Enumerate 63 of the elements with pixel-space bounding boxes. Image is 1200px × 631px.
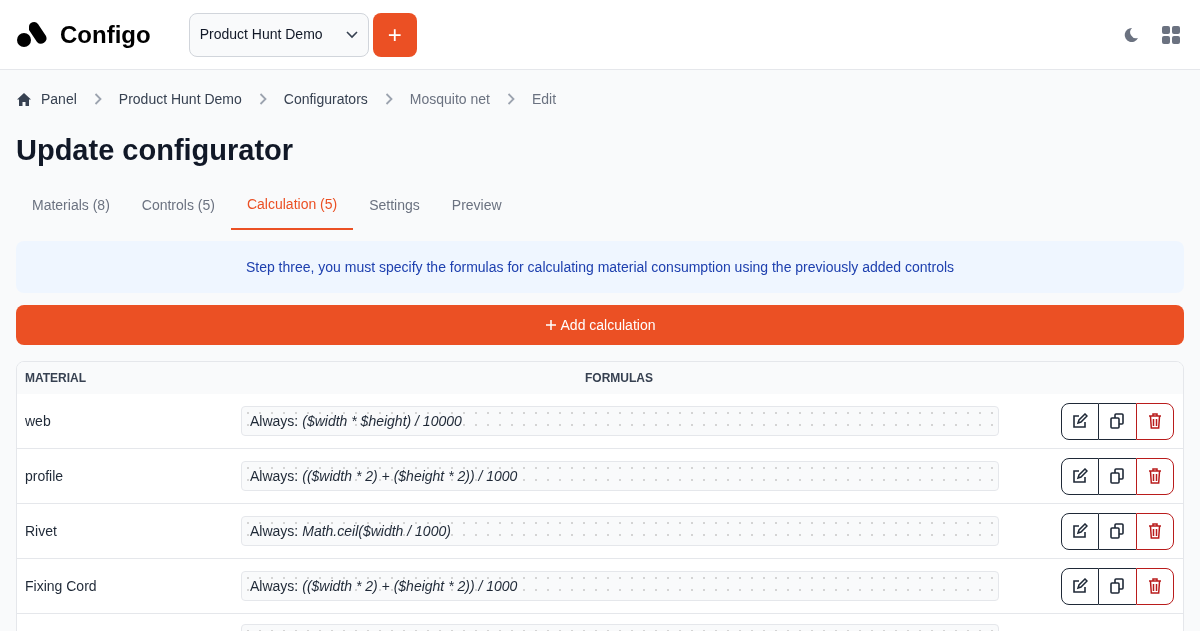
copy-button[interactable] (1099, 567, 1136, 605)
trash-icon (1148, 468, 1162, 484)
project-select[interactable]: Product Hunt Demo (188, 12, 369, 57)
info-banner: Step three, you must specify the formulas for calculating material consumption using the previously added controls (16, 241, 1184, 293)
edit-icon (1072, 578, 1088, 594)
edit-button[interactable] (1061, 457, 1099, 495)
trash-icon (1148, 523, 1162, 539)
copy-icon (1110, 468, 1125, 484)
formula-expression: (($width * 2) + ($height * 2)) / 1000 (302, 466, 518, 486)
chevron-right-icon (507, 93, 515, 105)
home-icon (17, 92, 31, 106)
add-calculation-button[interactable]: Add calculation (16, 305, 1184, 345)
edit-button[interactable] (1061, 512, 1099, 550)
chevron-right-icon (384, 93, 393, 105)
copy-button[interactable] (1099, 512, 1136, 550)
table-cell-text: Rivet (24, 521, 58, 541)
chevron-down-icon (345, 30, 358, 39)
plus-icon (544, 319, 557, 331)
tab[interactable]: Calculation (5) (230, 181, 354, 230)
column-header: MATERIAL (24, 370, 88, 387)
chevron-right-icon (93, 93, 102, 105)
edit-button[interactable] (1061, 567, 1099, 605)
copy-button[interactable] (1099, 457, 1136, 495)
delete-button[interactable] (1136, 567, 1174, 605)
page-title: Update configurator (16, 133, 295, 168)
formula-condition: Always: (250, 411, 299, 431)
trash-icon (1148, 413, 1162, 429)
add-project-button[interactable]: + (372, 12, 417, 57)
breadcrumb-link[interactable]: Product Hunt Demo (118, 88, 242, 110)
breadcrumb-link[interactable]: Panel (41, 88, 77, 110)
logo-icon (16, 20, 48, 49)
edit-button[interactable] (1061, 402, 1099, 440)
breadcrumb-link[interactable]: Configurators (283, 88, 368, 110)
delete-button[interactable] (1136, 402, 1174, 440)
column-header: FORMULAS (585, 370, 653, 387)
trash-icon (1148, 578, 1162, 594)
grid-icon[interactable] (1161, 24, 1181, 45)
tab[interactable]: Controls (5) (125, 181, 231, 230)
table-cell-text: web (24, 411, 52, 431)
copy-button[interactable] (1099, 402, 1136, 440)
tab[interactable]: Preview (435, 181, 518, 230)
delete-button[interactable] (1136, 512, 1174, 550)
edit-icon (1072, 523, 1088, 539)
delete-button[interactable] (1136, 457, 1174, 495)
copy-icon (1110, 578, 1125, 594)
edit-icon (1072, 468, 1088, 484)
formula-expression: Math.ceil($width / 1000) (302, 521, 451, 541)
table-cell-text: Fixing Cord (24, 576, 98, 596)
table-cell-text: profile (24, 466, 65, 486)
formula-condition: Always: (250, 576, 299, 596)
breadcrumb-link[interactable]: Mosquito net (409, 88, 490, 110)
formula-condition: Always: (250, 466, 299, 486)
formula-condition: Always: (250, 521, 299, 541)
tab[interactable]: Materials (8) (16, 181, 126, 230)
chevron-right-icon (258, 93, 267, 105)
formula-expression: (($width * 2) + ($height * 2)) / 1000 (302, 576, 518, 596)
tab[interactable]: Settings (353, 181, 436, 230)
formula-expression: ($width * $height) / 10000 (302, 411, 462, 431)
brand-name: Configo (60, 19, 151, 50)
copy-icon (1110, 523, 1125, 539)
breadcrumb-link[interactable]: Edit (532, 88, 557, 110)
copy-icon (1110, 413, 1125, 429)
edit-icon (1072, 413, 1088, 429)
